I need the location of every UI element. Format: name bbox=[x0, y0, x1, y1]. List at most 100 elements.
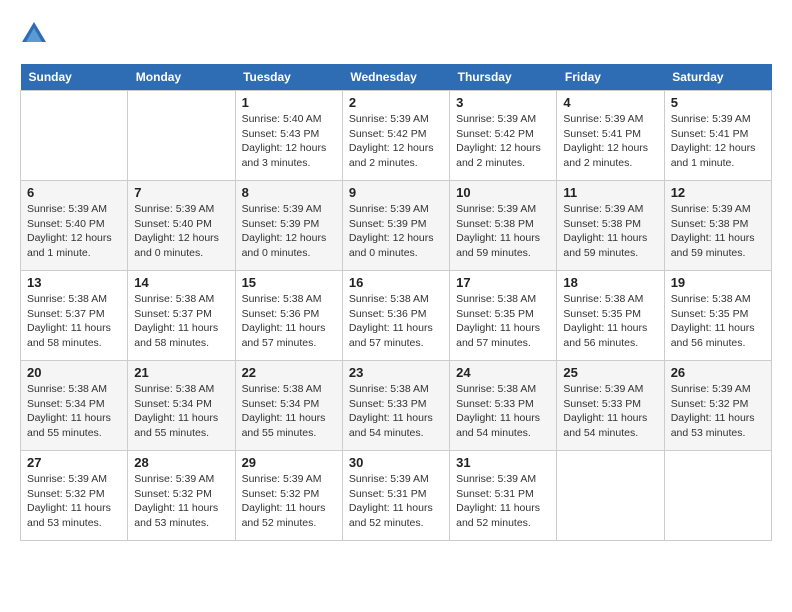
day-info: Sunrise: 5:38 AMSunset: 5:36 PMDaylight:… bbox=[349, 292, 443, 351]
day-number: 26 bbox=[671, 365, 765, 380]
calendar-cell: 24 Sunrise: 5:38 AMSunset: 5:33 PMDayligh… bbox=[450, 361, 557, 451]
calendar-cell: 18Sunrise: 5:38 AMSunset: 5:35 PMDayligh… bbox=[557, 271, 664, 361]
calendar-week-3: 13 Sunrise: 5:38 AMSunset: 5:37 PMDayligh… bbox=[21, 271, 772, 361]
day-number: 7 bbox=[134, 185, 228, 200]
day-number: 13 bbox=[27, 275, 121, 290]
day-info: Sunrise: 5:39 AMSunset: 5:41 PMDaylight:… bbox=[563, 112, 657, 171]
day-number: 20 bbox=[27, 365, 121, 380]
day-info: Sunrise: 5:38 AMSunset: 5:36 PMDaylight:… bbox=[242, 292, 336, 351]
calendar-header-wednesday: Wednesday bbox=[342, 64, 449, 91]
calendar-cell: 15 Sunrise: 5:38 AMSunset: 5:36 PMDayligh… bbox=[235, 271, 342, 361]
calendar-week-4: 20 Sunrise: 5:38 AMSunset: 5:34 PMDayligh… bbox=[21, 361, 772, 451]
calendar-cell: 22 Sunrise: 5:38 AMSunset: 5:34 PMDayligh… bbox=[235, 361, 342, 451]
calendar-cell: 13 Sunrise: 5:38 AMSunset: 5:37 PMDayligh… bbox=[21, 271, 128, 361]
calendar-header-friday: Friday bbox=[557, 64, 664, 91]
day-info: Sunrise: 5:39 AMSunset: 5:31 PMDaylight:… bbox=[349, 472, 443, 531]
calendar-cell: 3 Sunrise: 5:39 AMSunset: 5:42 PMDaylight… bbox=[450, 91, 557, 181]
calendar-cell: 9 Sunrise: 5:39 AMSunset: 5:39 PMDaylight… bbox=[342, 181, 449, 271]
day-info: Sunrise: 5:38 AMSunset: 5:37 PMDaylight:… bbox=[27, 292, 121, 351]
day-number: 27 bbox=[27, 455, 121, 470]
day-info: Sunrise: 5:40 AMSunset: 5:43 PMDaylight:… bbox=[242, 112, 336, 171]
calendar-cell: 31 Sunrise: 5:39 AMSunset: 5:31 PMDayligh… bbox=[450, 451, 557, 541]
calendar-cell: 23 Sunrise: 5:38 AMSunset: 5:33 PMDayligh… bbox=[342, 361, 449, 451]
calendar-table: SundayMondayTuesdayWednesdayThursdayFrid… bbox=[20, 64, 772, 541]
day-number: 16 bbox=[349, 275, 443, 290]
day-number: 6 bbox=[27, 185, 121, 200]
day-number: 4 bbox=[563, 95, 657, 110]
calendar-cell: 4 Sunrise: 5:39 AMSunset: 5:41 PMDaylight… bbox=[557, 91, 664, 181]
day-info: Sunrise: 5:39 AMSunset: 5:39 PMDaylight:… bbox=[349, 202, 443, 261]
calendar-cell: 5 Sunrise: 5:39 AMSunset: 5:41 PMDaylight… bbox=[664, 91, 771, 181]
day-info: Sunrise: 5:39 AMSunset: 5:41 PMDaylight:… bbox=[671, 112, 765, 171]
calendar-cell: 26 Sunrise: 5:39 AMSunset: 5:32 PMDayligh… bbox=[664, 361, 771, 451]
day-info: Sunrise: 5:39 AMSunset: 5:32 PMDaylight:… bbox=[242, 472, 336, 531]
calendar-cell: 6 Sunrise: 5:39 AMSunset: 5:40 PMDaylight… bbox=[21, 181, 128, 271]
day-number: 17 bbox=[456, 275, 550, 290]
calendar-cell: 10 Sunrise: 5:39 AMSunset: 5:38 PMDayligh… bbox=[450, 181, 557, 271]
logo bbox=[20, 20, 52, 48]
day-number: 2 bbox=[349, 95, 443, 110]
day-number: 19 bbox=[671, 275, 765, 290]
calendar-cell: 12 Sunrise: 5:39 AMSunset: 5:38 PMDayligh… bbox=[664, 181, 771, 271]
day-info: Sunrise: 5:38 AMSunset: 5:33 PMDaylight:… bbox=[456, 382, 550, 441]
calendar-cell bbox=[557, 451, 664, 541]
calendar-cell: 28 Sunrise: 5:39 AMSunset: 5:32 PMDayligh… bbox=[128, 451, 235, 541]
day-number: 3 bbox=[456, 95, 550, 110]
calendar-cell bbox=[128, 91, 235, 181]
day-number: 25 bbox=[563, 365, 657, 380]
calendar-cell: 2 Sunrise: 5:39 AMSunset: 5:42 PMDaylight… bbox=[342, 91, 449, 181]
day-info: Sunrise: 5:39 AMSunset: 5:39 PMDaylight:… bbox=[242, 202, 336, 261]
day-info: Sunrise: 5:39 AMSunset: 5:38 PMDaylight:… bbox=[671, 202, 765, 261]
day-number: 31 bbox=[456, 455, 550, 470]
day-number: 23 bbox=[349, 365, 443, 380]
calendar-header-saturday: Saturday bbox=[664, 64, 771, 91]
day-number: 24 bbox=[456, 365, 550, 380]
calendar-header-thursday: Thursday bbox=[450, 64, 557, 91]
calendar-cell: 30 Sunrise: 5:39 AMSunset: 5:31 PMDayligh… bbox=[342, 451, 449, 541]
calendar-cell: 7 Sunrise: 5:39 AMSunset: 5:40 PMDaylight… bbox=[128, 181, 235, 271]
day-number: 30 bbox=[349, 455, 443, 470]
day-info: Sunrise: 5:39 AMSunset: 5:33 PMDaylight:… bbox=[563, 382, 657, 441]
day-number: 21 bbox=[134, 365, 228, 380]
day-number: 11 bbox=[563, 185, 657, 200]
calendar-header-row: SundayMondayTuesdayWednesdayThursdayFrid… bbox=[21, 64, 772, 91]
day-info: Sunrise: 5:38 AMSunset: 5:34 PMDaylight:… bbox=[134, 382, 228, 441]
day-info: Sunrise: 5:39 AMSunset: 5:38 PMDaylight:… bbox=[456, 202, 550, 261]
day-info: Sunrise: 5:39 AMSunset: 5:40 PMDaylight:… bbox=[134, 202, 228, 261]
calendar-cell bbox=[664, 451, 771, 541]
day-info: Sunrise: 5:39 AMSunset: 5:32 PMDaylight:… bbox=[134, 472, 228, 531]
day-info: Sunrise: 5:39 AMSunset: 5:38 PMDaylight:… bbox=[563, 202, 657, 261]
calendar-header-sunday: Sunday bbox=[21, 64, 128, 91]
day-info: Sunrise: 5:38 AMSunset: 5:33 PMDaylight:… bbox=[349, 382, 443, 441]
calendar-header-monday: Monday bbox=[128, 64, 235, 91]
day-number: 9 bbox=[349, 185, 443, 200]
day-info: Sunrise: 5:39 AMSunset: 5:40 PMDaylight:… bbox=[27, 202, 121, 261]
day-info: Sunrise: 5:39 AMSunset: 5:42 PMDaylight:… bbox=[349, 112, 443, 171]
day-number: 5 bbox=[671, 95, 765, 110]
calendar-cell: 1 Sunrise: 5:40 AMSunset: 5:43 PMDaylight… bbox=[235, 91, 342, 181]
day-info: Sunrise: 5:39 AMSunset: 5:32 PMDaylight:… bbox=[671, 382, 765, 441]
day-number: 28 bbox=[134, 455, 228, 470]
calendar-cell: 14 Sunrise: 5:38 AMSunset: 5:37 PMDayligh… bbox=[128, 271, 235, 361]
day-number: 12 bbox=[671, 185, 765, 200]
calendar-week-2: 6 Sunrise: 5:39 AMSunset: 5:40 PMDaylight… bbox=[21, 181, 772, 271]
logo-icon bbox=[20, 20, 48, 48]
day-number: 15 bbox=[242, 275, 336, 290]
day-number: 14 bbox=[134, 275, 228, 290]
day-number: 22 bbox=[242, 365, 336, 380]
calendar-cell: 17Sunrise: 5:38 AMSunset: 5:35 PMDayligh… bbox=[450, 271, 557, 361]
day-number: 1 bbox=[242, 95, 336, 110]
calendar-cell: 11 Sunrise: 5:39 AMSunset: 5:38 PMDayligh… bbox=[557, 181, 664, 271]
calendar-week-5: 27 Sunrise: 5:39 AMSunset: 5:32 PMDayligh… bbox=[21, 451, 772, 541]
day-info: Sunrise: 5:39 AMSunset: 5:31 PMDaylight:… bbox=[456, 472, 550, 531]
day-number: 8 bbox=[242, 185, 336, 200]
day-info: Sunrise: 5:39 AMSunset: 5:42 PMDaylight:… bbox=[456, 112, 550, 171]
calendar-cell: 21 Sunrise: 5:38 AMSunset: 5:34 PMDayligh… bbox=[128, 361, 235, 451]
day-number: 10 bbox=[456, 185, 550, 200]
calendar-header-tuesday: Tuesday bbox=[235, 64, 342, 91]
calendar-week-1: 1 Sunrise: 5:40 AMSunset: 5:43 PMDaylight… bbox=[21, 91, 772, 181]
day-number: 29 bbox=[242, 455, 336, 470]
day-info: Sunrise: 5:38 AMSunset: 5:34 PMDaylight:… bbox=[27, 382, 121, 441]
day-info: Sunrise: 5:38 AMSunset: 5:37 PMDaylight:… bbox=[134, 292, 228, 351]
day-info: Sunrise: 5:38 AMSunset: 5:34 PMDaylight:… bbox=[242, 382, 336, 441]
